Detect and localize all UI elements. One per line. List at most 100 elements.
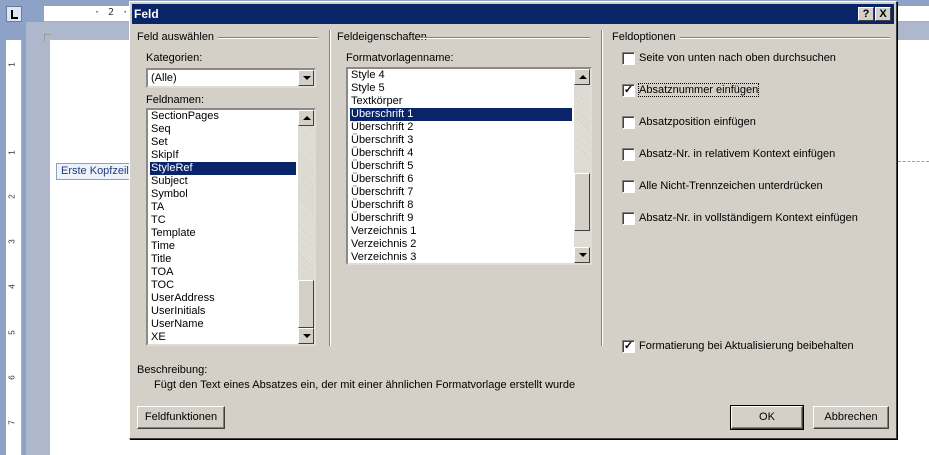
list-item[interactable]: Überschrift 4 — [350, 147, 572, 160]
description-text: Fügt den Text eines Absatzes ein, der mi… — [154, 379, 576, 391]
scrollbar[interactable] — [574, 69, 590, 263]
ruler-number: 2 — [7, 194, 17, 199]
checkbox[interactable] — [622, 52, 635, 65]
group-title-field-options: Feldoptionen — [612, 31, 676, 43]
group-title-field-properties: Feldeigenschaften — [337, 31, 427, 43]
description-label: Beschreibung: — [137, 364, 208, 376]
fieldnames-list[interactable]: SectionPages Seq Set SkipIf StyleRef Subject S… — [146, 108, 316, 346]
list-item[interactable]: UserName — [150, 318, 296, 331]
list-item[interactable]: SectionPages — [150, 110, 296, 123]
close-button[interactable]: X — [875, 7, 891, 21]
list-item[interactable]: Template — [150, 227, 296, 240]
page-corner-mark — [44, 34, 51, 41]
ok-button[interactable]: OK — [730, 405, 804, 430]
list-item[interactable]: Title — [150, 253, 296, 266]
list-item[interactable]: SkipIf — [150, 149, 296, 162]
option-label: Absatz-Nr. in vollständigem Kontext einf… — [639, 212, 858, 224]
list-item[interactable]: Style 4 — [350, 69, 572, 82]
checkbox[interactable] — [622, 212, 635, 225]
stylename-list[interactable]: Style 4 Style 5 Textkörper Überschrift 1 Übe… — [346, 67, 592, 265]
group-line — [419, 37, 590, 39]
checkbox[interactable] — [622, 148, 635, 161]
field-dialog: Feld ? X Feld auswählen Kategorien: (All… — [129, 1, 897, 439]
ruler-number: 1 — [7, 150, 17, 155]
list-item[interactable]: Symbol — [150, 188, 296, 201]
ruler-number: 3 — [7, 239, 17, 244]
list-item[interactable]: Überschrift 6 — [350, 173, 572, 186]
ruler-number: 6 — [7, 375, 17, 380]
arrow-up-icon — [579, 75, 587, 79]
list-item[interactable]: Überschrift 1 — [350, 108, 572, 121]
list-item[interactable]: TOA — [150, 266, 296, 279]
list-item[interactable]: Style 5 — [350, 82, 572, 95]
list-item[interactable]: TC — [150, 214, 296, 227]
list-item[interactable]: Überschrift 2 — [350, 121, 572, 134]
help-button[interactable]: ? — [858, 7, 874, 21]
list-item[interactable]: StyleRef — [150, 162, 296, 175]
stylename-label: Formatvorlagenname: — [346, 52, 454, 64]
header-boundary-line — [898, 161, 929, 162]
scroll-up-button[interactable] — [574, 69, 590, 85]
list-item[interactable]: Überschrift 7 — [350, 186, 572, 199]
list-item[interactable]: Textkörper — [350, 95, 572, 108]
scrollbar-thumb[interactable] — [298, 280, 314, 328]
group-line — [680, 37, 890, 39]
field-codes-button[interactable]: Feldfunktionen — [137, 406, 225, 429]
header-tab[interactable]: Erste Kopfzeile — [56, 163, 132, 180]
option-label: Seite von unten nach oben durchsuchen — [639, 52, 836, 64]
list-item[interactable]: Subject — [150, 175, 296, 188]
list-item[interactable]: UserAddress — [150, 292, 296, 305]
scrollbar-thumb[interactable] — [574, 173, 590, 231]
list-item[interactable]: Seq — [150, 123, 296, 136]
dialog-title: Feld — [134, 7, 159, 21]
fieldnames-items: SectionPages Seq Set SkipIf StyleRef Subject S… — [150, 110, 296, 344]
list-item[interactable]: Überschrift 3 — [350, 134, 572, 147]
list-item[interactable]: Set — [150, 136, 296, 149]
list-item[interactable]: UserInitials — [150, 305, 296, 318]
list-item[interactable]: Verzeichnis 2 — [350, 238, 572, 251]
option-label: Absatznummer einfügen — [637, 83, 760, 97]
list-item[interactable]: Überschrift 5 — [350, 160, 572, 173]
checkbox[interactable] — [622, 116, 635, 129]
scroll-down-button[interactable] — [574, 247, 590, 263]
categories-dropdown[interactable]: (Alle) — [146, 68, 316, 88]
list-item[interactable]: Überschrift 8 — [350, 199, 572, 212]
option-label: Absatz-Nr. in relativem Kontext einfügen — [639, 148, 836, 160]
arrow-down-icon — [579, 253, 587, 257]
dialog-titlebar[interactable]: Feld ? X — [132, 4, 894, 24]
tab-selector[interactable] — [6, 6, 22, 22]
option-label: Absatzposition einfügen — [639, 116, 756, 128]
categories-label: Kategorien: — [146, 52, 203, 64]
dropdown-button[interactable] — [298, 70, 314, 86]
scroll-up-button[interactable] — [298, 110, 314, 126]
scrollbar[interactable] — [298, 110, 314, 344]
separator — [601, 30, 603, 346]
ruler-number: 7 — [7, 420, 17, 425]
scroll-down-button[interactable] — [298, 328, 314, 344]
arrow-down-icon — [303, 334, 311, 338]
cancel-button[interactable]: Abbrechen — [813, 406, 889, 429]
checkbox[interactable] — [622, 180, 635, 193]
list-item[interactable]: Überschrift 9 — [350, 212, 572, 225]
option-label: Alle Nicht-Trennzeichen unterdrücken — [639, 180, 823, 192]
list-item[interactable]: TOC — [150, 279, 296, 292]
vertical-ruler[interactable]: 1 1 2 3 4 5 6 7 — [6, 40, 22, 455]
list-item[interactable]: TA — [150, 201, 296, 214]
arrow-up-icon — [303, 116, 311, 120]
group-title-field-select: Feld auswählen — [137, 31, 215, 43]
stylename-items: Style 4 Style 5 Textkörper Überschrift 1 Übe… — [350, 69, 572, 263]
checkbox[interactable]: ✓ — [622, 340, 635, 353]
fieldnames-label: Feldnamen: — [146, 94, 205, 106]
list-item[interactable]: Verzeichnis 3 — [350, 251, 572, 263]
categories-value: (Alle) — [151, 72, 177, 84]
checkbox[interactable]: ✓ — [622, 84, 635, 97]
list-item[interactable]: Verzeichnis 1 — [350, 225, 572, 238]
separator — [329, 30, 331, 346]
list-item[interactable]: Time — [150, 240, 296, 253]
chevron-down-icon — [303, 76, 311, 80]
group-line — [218, 37, 318, 39]
ruler-number: 1 — [7, 62, 17, 67]
list-item[interactable]: XE — [150, 331, 296, 344]
ruler-number: 5 — [7, 330, 17, 335]
option-label: Formatierung bei Aktualisierung beibehal… — [639, 340, 854, 352]
